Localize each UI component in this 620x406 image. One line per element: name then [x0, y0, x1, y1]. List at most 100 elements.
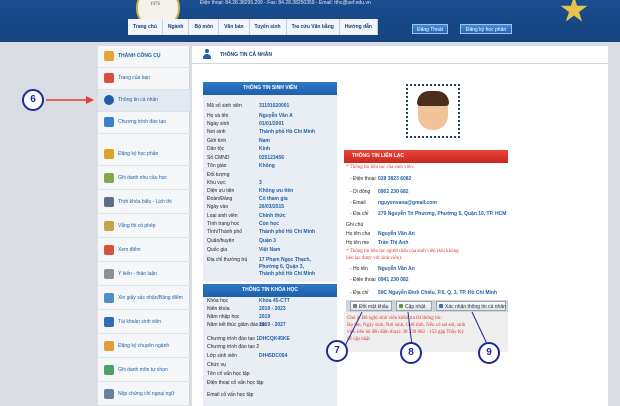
nav-majors[interactable]: Ngành [163, 19, 190, 35]
sidebar-item-discussion[interactable]: Ý kiến - thảo luận [98, 264, 190, 286]
action-button-bar: Đổi mật khẩu Cập nhật Xác nhận thông tin… [346, 300, 508, 312]
sidebar-item-label: Xin giấy xác nhận/Bảng điểm [118, 295, 183, 301]
ethnicity-value: Kinh [259, 146, 271, 152]
confirm-icon [439, 304, 443, 308]
register-course-button[interactable]: Đăng ký học phần [460, 24, 512, 34]
sidebar-item-tools[interactable]: THÀNH CÔNG CỤ [98, 46, 190, 68]
nav-home[interactable]: Trang chủ [128, 19, 163, 35]
sidebar-item-label: Nộp chứng chỉ ngoại ngữ [118, 391, 175, 397]
row-label: Họ tên cha [346, 231, 371, 237]
row-label: Nơi sinh [207, 129, 226, 135]
sidebar-item-label: Đăng ký học phần [118, 151, 159, 157]
sidebar-item-absence[interactable]: Vắng thi có phép [98, 216, 190, 238]
sidebar-item-major[interactable]: Đăng ký chuyên ngành [98, 336, 190, 358]
confirm-info-button[interactable]: Xác nhận thông tin cá nhân [436, 301, 506, 311]
sidebar-item-schedule[interactable]: Thời khóa biểu - Lịch thi [98, 192, 190, 214]
sidebar-item-language[interactable]: Nộp chứng chỉ ngoại ngữ [98, 384, 190, 406]
sidebar-item-enroll-demand[interactable]: Ghi danh nhu cầu học [98, 168, 190, 190]
discussion-icon [104, 269, 114, 279]
sidebar-item-label: Xem điểm [118, 247, 141, 253]
entry-year-value: 2019 [259, 314, 271, 320]
nav-documents[interactable]: Văn bản [219, 19, 250, 35]
top-header: Điện thoại: 84.28.38295.299 - Fax: 84.28… [0, 0, 620, 42]
row-label: Tôn giáo [207, 163, 227, 169]
main-nav: Trang chủ Ngành Bộ môn Văn bản Tuyển sin… [128, 19, 378, 35]
sidebar-item-label: Đăng ký chuyên ngành [118, 343, 170, 349]
row-label: Số CMND [207, 155, 230, 161]
student-name-value: Nguyễn Văn A [259, 113, 293, 119]
row-label: Địa chỉ thường trú [207, 257, 248, 263]
row-label: Loại sinh viên [207, 213, 238, 219]
sidebar-item-label: Ghi danh môn tự chọn [118, 367, 168, 373]
row-label: Quốc gia [207, 247, 228, 253]
sidebar-item-grades[interactable]: Xem điểm [98, 240, 190, 262]
dob-value: 01/01/2001 [259, 121, 285, 127]
academic-years-value: 2019 - 2023 [259, 306, 286, 312]
sidebar-item-label: Thông tin cá nhân [118, 97, 159, 103]
row-label: Tên cố vấn học tập [207, 371, 250, 377]
district-value: Quận 3 [259, 238, 276, 244]
row-label: - Điện thoại [350, 277, 376, 283]
student-info-heading: THÔNG TIN SINH VIÊN [203, 82, 337, 95]
calendar-icon [104, 197, 114, 207]
grades-icon [104, 245, 114, 255]
avatar-hair [417, 91, 449, 106]
language-icon [104, 389, 114, 399]
sidebar-item-label: Thời khóa biểu - Lịch thi [118, 199, 172, 205]
change-password-button[interactable]: Đổi mật khẩu [350, 301, 392, 311]
notebook-icon [104, 173, 114, 183]
sidebar-item-label: Vắng thi có phép [118, 223, 156, 229]
row-label: Email cố vấn học tập [207, 392, 254, 398]
sidebar-item-elective[interactable]: Ghi danh môn tự chọn [98, 360, 190, 382]
notice-line-4: để cập nhật [347, 337, 370, 342]
sidebar-item-profile[interactable]: Thông tin cá nhân [98, 90, 190, 112]
key-icon [353, 304, 357, 308]
contact-note-relative-2: liên lạc được với sinh viên): [346, 256, 403, 261]
row-label: Điện thoại cố vấn học tập [207, 380, 264, 386]
cohort-value: Khóa 45-CTT [259, 298, 290, 304]
row-label: Khu vực [207, 180, 226, 186]
birthplace-value: Thành phố Hồ Chí Minh [259, 129, 316, 135]
sidebar-item-home[interactable]: Trang của bạn [98, 68, 190, 90]
logout-button[interactable]: Đăng Thoát [412, 24, 448, 34]
marker-7: 7 [326, 340, 348, 362]
nav-guide[interactable]: Hướng dẫn [340, 19, 378, 35]
certificate-icon [104, 293, 114, 303]
logo-year: 1976 [150, 2, 160, 7]
row-label: Dân tộc [207, 146, 225, 152]
account-icon [104, 317, 114, 327]
sidebar: THÀNH CÔNG CỤ Trang của bạn Thông tin cá… [98, 46, 190, 406]
row-label: Chương trình đào tạo 2 [207, 344, 260, 350]
sidebar-item-certificate[interactable]: Xin giấy xác nhận/Bảng điểm [98, 288, 190, 310]
row-label: Họ tên mẹ [346, 240, 370, 246]
religion-value: Không [259, 163, 275, 169]
home-icon [104, 73, 114, 83]
sidebar-item-label: Ý kiến - thảo luận [118, 271, 157, 277]
sidebar-item-register[interactable]: Đăng ký học phần [98, 144, 190, 166]
row-label: - Di động [350, 189, 371, 195]
program-icon [104, 117, 114, 127]
father-value: Nguyễn Văn An [378, 231, 415, 237]
notice-line-2: Họ tên, Ngày sinh, Nơi sinh, Giới tính. … [347, 323, 466, 328]
program-1-value: DHCQK45KE [259, 336, 290, 342]
contact-note-relative-1: * Thông tin liên lạc người thân của sinh… [346, 249, 459, 254]
sidebar-item-label: Chương trình đào tạo [118, 119, 167, 125]
row-label: Năm kết thúc giảm đào tạo [207, 322, 267, 328]
sidebar-item-account[interactable]: Tài khoản sinh viên [98, 312, 190, 334]
nav-admissions[interactable]: Tuyển sinh [250, 19, 287, 35]
province-value: Thành phố Hồ Chí Minh [259, 229, 316, 235]
sidebar-item-label: Ghi danh nhu cầu học [118, 175, 167, 181]
row-label: Tỉnh/Thành phố [207, 229, 243, 235]
row-label: Niên khóa [207, 306, 230, 312]
sidebar-item-program[interactable]: Chương trình đào tạo [98, 112, 190, 134]
row-label: Diện ưu tiên [207, 188, 235, 194]
contact-info-heading: THÔNG TIN LIÊN LẠC [344, 150, 508, 163]
nav-departments[interactable]: Bộ môn [189, 19, 220, 35]
nav-diploma-lookup[interactable]: Tra cứu Văn bằng [287, 19, 340, 35]
row-label: Ngày sinh [207, 121, 230, 127]
status-value: Còn học [259, 221, 279, 227]
row-label: - Địa chỉ [350, 211, 369, 217]
absence-icon [104, 221, 114, 231]
row-label: Mã số sinh viên [207, 103, 242, 109]
update-button[interactable]: Cập nhật [396, 301, 432, 311]
